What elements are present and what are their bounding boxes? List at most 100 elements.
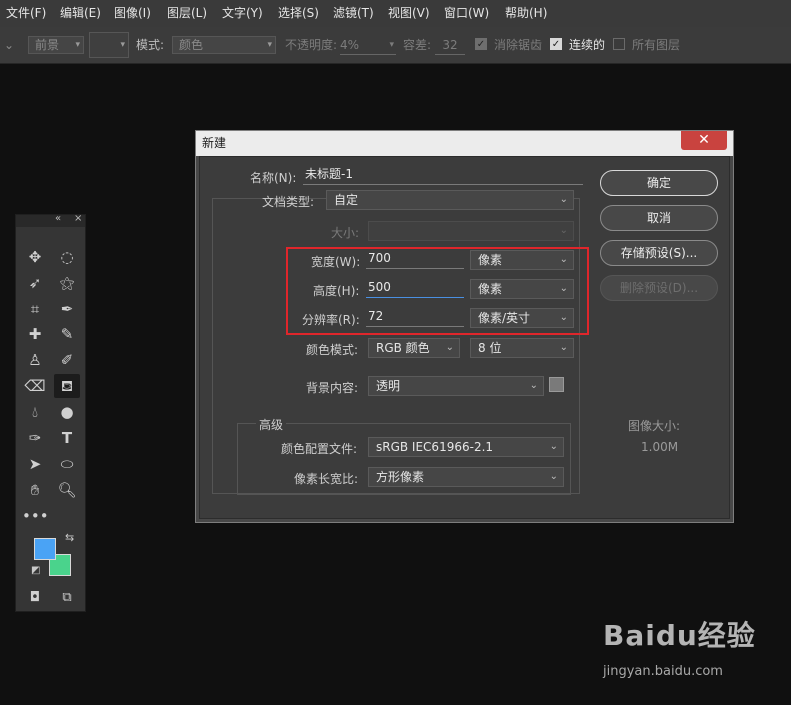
size-label: 大小: <box>331 226 360 240</box>
opacity-value: 4% <box>340 38 360 52</box>
menu-type[interactable]: 文字(Y) <box>222 0 263 27</box>
type-icon[interactable]: T <box>54 426 80 450</box>
delete-preset-button: 删除预设(D)... <box>600 275 718 301</box>
background-value: 透明 <box>376 379 401 393</box>
menu-select[interactable]: 选择(S) <box>278 0 319 27</box>
doc-type-select[interactable]: 自定 ⌄ <box>326 190 574 210</box>
menu-filter[interactable]: 滤镜(T) <box>333 0 374 27</box>
antialias-checkbox[interactable]: ✓ <box>475 38 487 50</box>
path-selection-icon[interactable]: ➤ <box>22 452 48 476</box>
swap-colors-icon[interactable]: ⇆ <box>65 531 74 544</box>
dialog-titlebar[interactable]: 新建 ✕ <box>196 131 733 156</box>
eraser-icon[interactable]: ⌫ <box>22 374 48 398</box>
all-layers-label: 所有图层 <box>632 38 681 52</box>
crop-icon[interactable]: ⌗ <box>22 297 48 321</box>
chevron-down-icon: ▾ <box>75 40 80 50</box>
lasso-icon[interactable]: ➶ <box>22 271 48 295</box>
menu-view[interactable]: 视图(V) <box>388 0 430 27</box>
mode-select[interactable]: 颜色 ▾ <box>172 36 276 54</box>
toolbox-header[interactable]: « × <box>16 213 85 227</box>
pixel-aspect-label: 像素长宽比: <box>294 472 359 486</box>
bit-depth-value: 8 位 <box>478 341 502 355</box>
chevron-down-icon: ⌄ <box>559 194 568 205</box>
menu-window[interactable]: 窗口(W) <box>444 0 489 27</box>
tool-preset-chevron-icon[interactable]: ⌄ <box>4 27 14 63</box>
opacity-input[interactable]: 4% ▾ <box>340 36 396 55</box>
dodge-icon[interactable]: ● <box>54 400 80 424</box>
image-size-label: 图像大小: <box>628 419 681 433</box>
chevron-down-icon: ▾ <box>120 40 125 50</box>
color-profile-select[interactable]: sRGB IEC61966-2.1 ⌄ <box>368 437 564 457</box>
cancel-button[interactable]: 取消 <box>600 205 718 231</box>
pixel-aspect-value: 方形像素 <box>376 470 425 484</box>
name-input[interactable]: 未标题-1 <box>303 165 583 185</box>
pixel-aspect-select[interactable]: 方形像素 ⌄ <box>368 467 564 487</box>
close-icon: ✕ <box>698 132 710 148</box>
menu-help[interactable]: 帮助(H) <box>505 0 547 27</box>
background-color-swatch[interactable] <box>549 377 564 392</box>
bit-depth-select[interactable]: 8 位 ⌄ <box>470 338 574 358</box>
chevron-down-icon: ▾ <box>267 40 272 50</box>
fill-source-value: 前景 <box>35 38 60 52</box>
chevron-down-icon: ⌄ <box>445 342 454 353</box>
close-button[interactable]: ✕ <box>681 131 727 150</box>
eyedropper-icon[interactable]: ✒ <box>54 297 80 321</box>
options-bar: ⌄ 前景 ▾ ▾ 模式: 颜色 ▾ 不透明度: 4% ▾ 容差: 32 ✓ 消除… <box>0 27 791 64</box>
chevron-down-icon: ⌄ <box>529 380 538 391</box>
antialias-label: 消除锯齿 <box>494 38 543 52</box>
menu-edit[interactable]: 编辑(E) <box>60 0 101 27</box>
watermark-url: jingyan.baidu.com <box>603 664 723 679</box>
brush-icon[interactable]: ✎ <box>54 322 80 346</box>
color-profile-value: sRGB IEC61966-2.1 <box>376 440 494 454</box>
paint-bucket-icon[interactable]: ⛾ <box>54 374 80 398</box>
contiguous-checkbox[interactable]: ✓ <box>550 38 562 50</box>
menu-file[interactable]: 文件(F) <box>6 0 46 27</box>
chevron-down-icon: ▾ <box>389 40 394 50</box>
move-tool-icon[interactable]: ✥ <box>22 245 48 269</box>
pen-icon[interactable]: ✑ <box>22 426 48 450</box>
healing-brush-icon[interactable]: ✚ <box>22 322 48 346</box>
close-icon[interactable]: × <box>74 213 82 224</box>
elliptical-marquee-icon[interactable]: ◌ <box>54 245 80 269</box>
menu-image[interactable]: 图像(I) <box>114 0 151 27</box>
toolbox: « × ✥ ◌ ➶ ⚝ ⌗ ✒ ✚ ✎ ♙ ✐ ⌫ ⛾ 💧︎ ● ✑ T ➤ ⬭… <box>15 213 86 612</box>
hand-icon[interactable]: ✋︎ <box>22 478 48 502</box>
mode-value: 颜色 <box>179 38 204 52</box>
default-colors-icon[interactable]: ◩ <box>31 565 40 576</box>
opacity-label: 不透明度: <box>285 38 338 52</box>
chevron-down-icon: ⌄ <box>549 471 558 482</box>
foreground-color-swatch[interactable] <box>34 538 56 560</box>
ok-button[interactable]: 确定 <box>600 170 718 196</box>
quick-mask-icon[interactable]: ◘ <box>22 586 48 610</box>
dialog-title: 新建 <box>202 136 227 150</box>
color-profile-label: 颜色配置文件: <box>281 442 358 456</box>
ellipse-icon[interactable]: ⬭ <box>54 452 80 476</box>
doc-type-value: 自定 <box>334 193 359 207</box>
zoom-icon[interactable]: 🔍︎ <box>54 478 80 502</box>
clone-stamp-icon[interactable]: ♙ <box>22 348 48 372</box>
color-mode-label: 颜色模式: <box>306 343 359 357</box>
contiguous-label: 连续的 <box>569 38 606 52</box>
all-layers-checkbox[interactable] <box>613 38 625 50</box>
fill-source-select[interactable]: 前景 ▾ <box>28 36 84 54</box>
chevron-down-icon: ⌄ <box>559 342 568 353</box>
advanced-label: 高级 <box>256 416 287 433</box>
image-size-value: 1.00M <box>641 440 679 454</box>
save-preset-button[interactable]: 存储预设(S)... <box>600 240 718 266</box>
magic-wand-icon[interactable]: ⚝ <box>54 271 80 295</box>
more-tools-icon[interactable]: ••• <box>22 504 49 528</box>
tolerance-label: 容差: <box>403 38 432 52</box>
tolerance-input[interactable]: 32 <box>435 36 465 55</box>
pattern-picker[interactable]: ▾ <box>89 32 129 58</box>
blur-icon[interactable]: 💧︎ <box>22 400 48 424</box>
screen-mode-icon[interactable]: ⧉ <box>54 586 80 610</box>
menu-bar: 文件(F) 编辑(E) 图像(I) 图层(L) 文字(Y) 选择(S) 滤镜(T… <box>0 0 791 27</box>
menu-layer[interactable]: 图层(L) <box>167 0 207 27</box>
doc-type-label: 文档类型: <box>262 195 315 209</box>
chevron-down-icon: ⌄ <box>559 225 568 236</box>
color-mode-select[interactable]: RGB 颜色 ⌄ <box>368 338 460 358</box>
background-select[interactable]: 透明 ⌄ <box>368 376 544 396</box>
color-mode-value: RGB 颜色 <box>376 341 430 355</box>
history-brush-icon[interactable]: ✐ <box>54 348 80 372</box>
collapse-icon[interactable]: « <box>55 213 61 224</box>
